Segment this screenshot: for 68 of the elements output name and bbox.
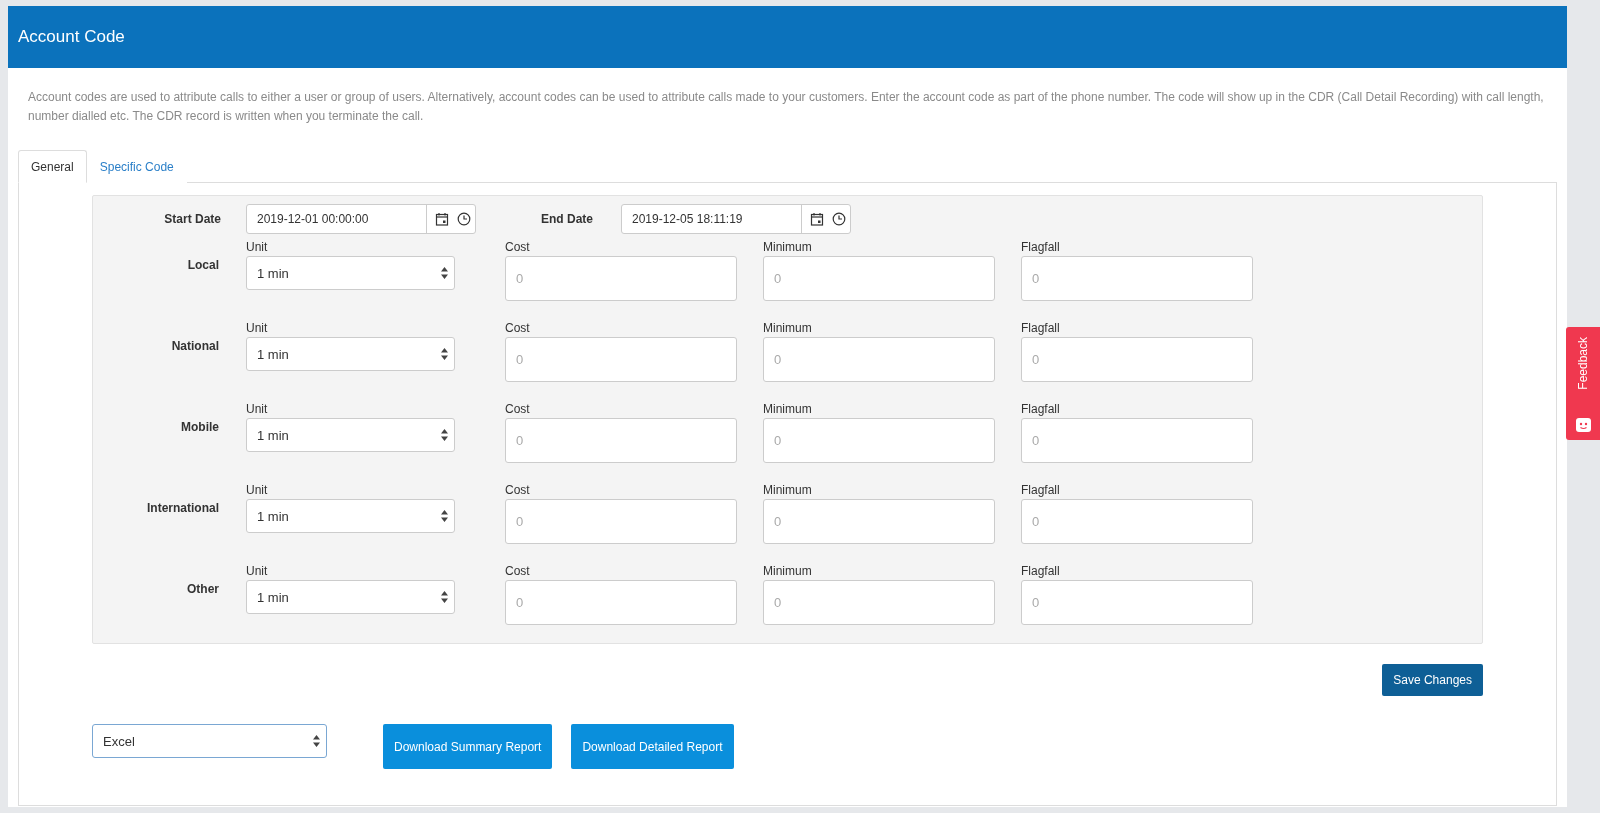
format-select[interactable]: Excel	[92, 724, 327, 758]
input-field[interactable]: 0	[763, 580, 995, 625]
up-down-arrows-icon	[313, 735, 320, 747]
input-field[interactable]: 0	[763, 499, 995, 544]
input-field[interactable]: 0	[1021, 580, 1253, 625]
field-label: Flagfall	[1021, 563, 1061, 580]
rate-type-label: Mobile	[180, 419, 220, 436]
field-label: Minimum	[763, 239, 813, 256]
field-label: Unit	[246, 401, 269, 418]
field-label: Flagfall	[1021, 239, 1061, 256]
rate-type-label: National	[170, 338, 220, 355]
smiley-icon	[1575, 418, 1591, 432]
up-down-arrows-icon	[441, 510, 448, 522]
unit-select[interactable]: 1 min	[246, 418, 455, 452]
input-field[interactable]: 0	[505, 418, 737, 463]
field-label: Cost	[505, 563, 531, 580]
download-report-button[interactable]: Download Summary Report	[383, 724, 553, 769]
field-label: Cost	[505, 401, 531, 418]
up-down-arrows-icon	[441, 591, 448, 603]
date-time-field[interactable]: 2019-12-01 00:00:00	[246, 204, 476, 234]
input-field[interactable]: 0	[763, 256, 995, 301]
input-field[interactable]: 0	[1021, 418, 1253, 463]
feedback-tab[interactable]: Feedback	[1566, 327, 1600, 440]
date-time-field[interactable]: 2019-12-05 18:11:19	[621, 204, 851, 234]
date-label: Start Date	[163, 212, 222, 226]
field-label: Minimum	[763, 401, 813, 418]
input-field[interactable]: 0	[505, 499, 737, 544]
input-field[interactable]: 0	[505, 580, 737, 625]
field-label: Unit	[246, 320, 269, 337]
input-field[interactable]: 0	[763, 337, 995, 382]
rate-type-label: Local	[186, 257, 220, 274]
calendar-icon[interactable]	[435, 212, 449, 226]
rate-type-label: International	[146, 500, 220, 517]
field-label: Minimum	[763, 563, 813, 580]
input-field[interactable]: 0	[505, 256, 737, 301]
input-field[interactable]: 0	[505, 337, 737, 382]
unit-select[interactable]: 1 min	[246, 337, 455, 371]
input-field[interactable]: 0	[1021, 337, 1253, 382]
input-field[interactable]: 0	[1021, 499, 1253, 544]
up-down-arrows-icon	[441, 267, 448, 279]
input-field[interactable]: 0	[763, 418, 995, 463]
clock-icon[interactable]	[457, 212, 471, 226]
download-report-button[interactable]: Download Detailed Report	[571, 724, 734, 769]
field-label: Flagfall	[1021, 320, 1061, 337]
field-label: Unit	[246, 563, 269, 580]
unit-select[interactable]: 1 min	[246, 580, 455, 614]
date-label: End Date	[540, 212, 594, 226]
clock-icon[interactable]	[832, 212, 846, 226]
field-label: Flagfall	[1021, 482, 1061, 499]
unit-select[interactable]: 1 min	[246, 499, 455, 533]
field-label: Cost	[505, 482, 531, 499]
tab[interactable]: General	[18, 150, 87, 183]
unit-select[interactable]: 1 min	[246, 256, 455, 290]
calendar-icon[interactable]	[810, 212, 824, 226]
field-label: Cost	[505, 320, 531, 337]
field-label: Flagfall	[1021, 401, 1061, 418]
save-changes-button[interactable]: Save Changes	[1382, 664, 1483, 696]
rate-type-label: Other	[186, 581, 220, 598]
field-label: Unit	[246, 239, 269, 256]
field-label: Minimum	[763, 482, 813, 499]
field-label: Minimum	[763, 320, 813, 337]
up-down-arrows-icon	[441, 429, 448, 441]
panel-title: Account Code	[18, 27, 125, 47]
input-field[interactable]: 0	[1021, 256, 1253, 301]
field-label: Unit	[246, 482, 269, 499]
field-label: Cost	[505, 239, 531, 256]
up-down-arrows-icon	[441, 348, 448, 360]
description-text: Account codes are used to attribute calls to either a user or group of users. Alternatively, account codes can be used to attribute calls made to your customers. Enter the account code as part of the phone number. The code will show up in the CDR (Call Detail Recording) with call length, number dialled etc. The CDR record is written when you terminate the call.	[28, 89, 1545, 125]
